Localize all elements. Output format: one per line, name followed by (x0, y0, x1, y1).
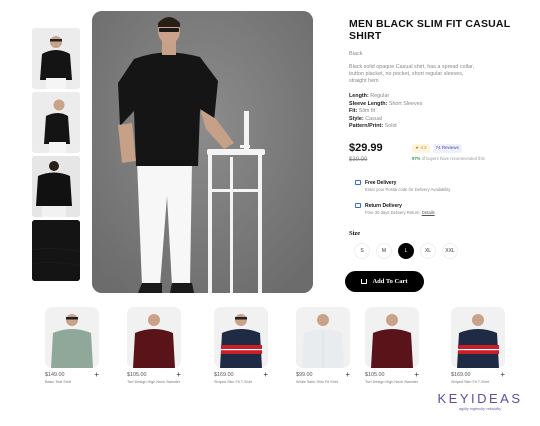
thumbnail-gallery (32, 28, 80, 284)
add-icon[interactable]: + (263, 371, 268, 379)
product-specs: Length: Regular Sleeve Length: Short Sle… (349, 93, 529, 131)
add-icon[interactable]: + (94, 371, 99, 379)
size-option-l[interactable]: L (398, 242, 414, 259)
product-card[interactable]: $99.00 + White Satin Slim Fit Shirt (296, 307, 354, 384)
product-card[interactable]: $149.00 + Basic Teal Shirt (45, 307, 103, 384)
delivery-info: Free Delivery Enter your Postal code for… (349, 179, 529, 226)
rating-badge: ★ 4.2 (412, 143, 430, 153)
product-thumbnail (296, 307, 350, 368)
reviews-link[interactable]: 74 Reviews (432, 143, 462, 153)
size-option-m[interactable]: M (376, 242, 392, 259)
product-price: $99.00 (296, 372, 313, 378)
details-link[interactable]: Details (422, 210, 435, 215)
thumbnail-back[interactable] (32, 156, 80, 217)
product-price: $105.00 (365, 372, 385, 378)
brand-logo: KEYIDEAS agility·ingenuity·reliability (432, 391, 528, 411)
product-color: Black (349, 51, 363, 57)
spec-row: Sleeve Length: Short Sleeves (349, 100, 423, 107)
free-delivery: Free Delivery Enter your Postal code for… (355, 179, 529, 203)
product-title: MEN BLACK SLIM FIT CASUAL SHIRT (349, 18, 511, 42)
free-delivery-title: Free Delivery (365, 179, 397, 186)
product-card[interactable]: $169.00 + Striped Slim Fit T-Shirt (214, 307, 272, 384)
size-option-xl[interactable]: XL (420, 242, 436, 259)
add-to-cart-button[interactable]: Add To Cart (345, 271, 424, 292)
product-price: $169.00 (214, 372, 234, 378)
rating-badges: ★ 4.2 74 Reviews (412, 143, 462, 153)
product-name: Basic Teal Shirt (45, 380, 72, 384)
add-icon[interactable]: + (500, 371, 505, 379)
product-name: Striped Slim Fit T-Shirt (451, 380, 489, 384)
main-product-image (92, 11, 313, 293)
add-icon[interactable]: + (414, 371, 419, 379)
free-delivery-subtitle[interactable]: Enter your Postal code for Delivery Avai… (365, 187, 529, 192)
spec-row: Pattern/Print: Solid (349, 123, 397, 129)
thumbnail-front[interactable] (32, 28, 80, 89)
size-label: Size (349, 229, 361, 237)
price-section: $29.99 $39.99 ★ 4.2 74 Reviews 97% of bu… (349, 142, 529, 166)
spec-row: Fit: Slim fit (349, 108, 376, 114)
product-name: White Satin Slim Fit Shirt (296, 380, 338, 384)
size-option-xxl[interactable]: XXL (442, 242, 458, 259)
buyers-recommend: 97% of buyers have recommended this (412, 155, 485, 161)
product-description: Black solid opaque Casual shirt, has a s… (349, 64, 474, 84)
return-delivery-subtitle: Free 30 days Delivery Return. Details (365, 209, 435, 215)
product-thumbnail (214, 307, 268, 368)
product-info: MEN BLACK SLIM FIT CASUAL SHIRT Black Bl… (349, 18, 529, 259)
related-products: $149.00 + Basic Teal Shirt $105.00 + Turf … (45, 307, 515, 387)
product-thumbnail (365, 307, 419, 368)
product-name: Striped Slim Fit T-Shirt (214, 380, 252, 384)
product-card[interactable]: $105.00 + Turf Design High Neck Sweater (127, 307, 185, 384)
truck-icon (355, 179, 361, 185)
spec-row: Length: Regular (349, 93, 390, 99)
product-name: Turf Design High Neck Sweater (127, 380, 181, 384)
product-card[interactable]: $169.00 + Striped Slim Fit T-Shirt (451, 307, 509, 384)
product-price: $105.00 (127, 372, 147, 378)
size-option-s[interactable]: S (354, 242, 370, 259)
product-thumbnail (451, 307, 505, 368)
return-box-icon (355, 202, 361, 208)
product-price: $169.00 (451, 372, 471, 378)
product-thumbnail (45, 307, 99, 368)
return-delivery: Return Delivery Free 30 days Delivery Re… (355, 202, 529, 226)
brand-name: KEYIDEAS (437, 391, 523, 406)
thumbnail-side[interactable] (32, 92, 80, 153)
product-thumbnail (127, 307, 181, 368)
brand-tagline: agility·ingenuity·reliability (458, 407, 502, 411)
product-name: Turf Design High Neck Sweater (365, 380, 419, 384)
add-icon[interactable]: + (176, 371, 181, 379)
product-price: $149.00 (45, 372, 65, 378)
cart-icon (361, 279, 368, 284)
star-icon: ★ (415, 145, 420, 150)
return-delivery-title: Return Delivery (365, 202, 402, 209)
spec-row: Style: Casual (349, 115, 382, 122)
add-to-cart-label: Add To Cart (372, 278, 408, 285)
size-selector: S M L XL XXL (354, 242, 529, 259)
add-icon[interactable]: + (345, 371, 350, 379)
product-card[interactable]: $105.00 + Turf Design High Neck Sweater (365, 307, 423, 384)
thumbnail-fabric[interactable] (32, 220, 80, 281)
